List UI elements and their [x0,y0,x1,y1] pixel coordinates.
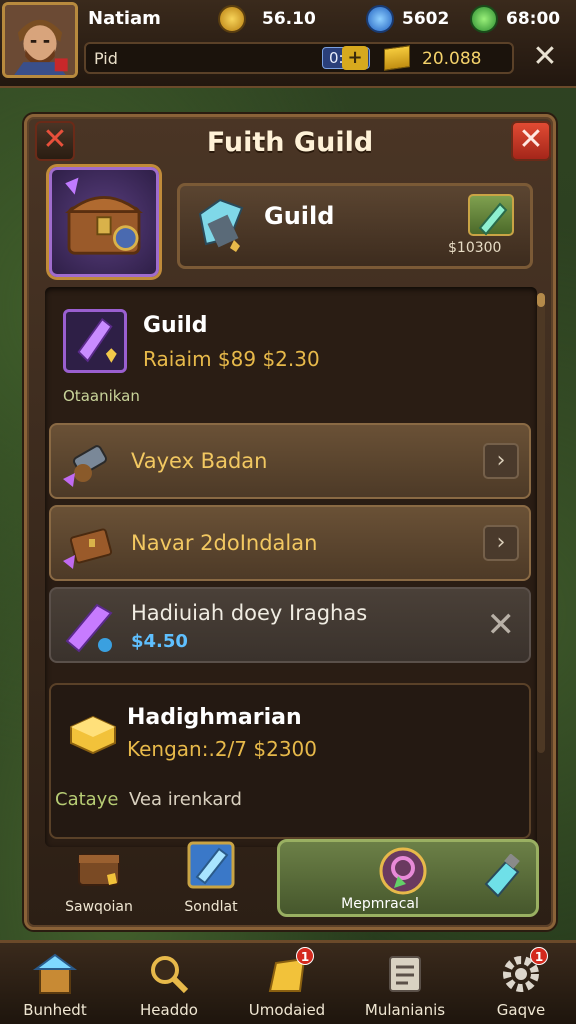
gold-coin-icon [218,5,246,33]
guild-panel: ✕ Fuith Guild ✕ Guild $10300 Guild Raiai… [24,114,556,930]
scrollbar[interactable] [537,293,545,753]
chevron-right-icon[interactable]: › [483,525,519,561]
gem-counter[interactable]: 5602 [366,4,449,34]
detail-price: Kengan:.2/7 $2300 [127,737,317,761]
nav-item-home[interactable]: Bunhedt [0,949,110,1024]
row-label: Vayex Badan [131,449,268,473]
top-guild-item[interactable]: Guild Raiaim $89 $2.30 Otaanikan [55,297,525,407]
detail-tag: Cataye [55,789,119,810]
magnifier-icon [151,956,189,994]
gem-value: 5602 [402,9,450,29]
nav-label: Bunhedt [23,1001,87,1019]
notification-badge: 1 [530,947,548,965]
detail-title: Hadighmarian [127,705,302,730]
list-item[interactable]: Navar 2doIndalan › [49,505,531,581]
row-label: Navar 2doIndalan [131,531,318,555]
purple-crystal-icon [63,309,127,373]
purple-shard-icon [65,603,113,653]
action-label: Sondlat [184,899,238,915]
nav-item-settings[interactable]: 1 Gaqve [466,947,576,1024]
guild-card-price: $10300 [448,240,502,256]
guild-item-list[interactable]: Guild Raiaim $89 $2.30 Otaanikan Vayex B… [45,287,537,847]
top-item-title: Guild [143,313,208,338]
crystal-cannon-icon [198,198,244,252]
nav-label: Umodaied [248,1001,326,1019]
close-hud-button[interactable]: ✕ [528,40,562,74]
row-label: Hadiuiah doey Iraghas [131,601,368,625]
nav-label: Gaqve [496,1001,546,1019]
potion-icon [379,847,427,895]
gold-bar-icon [70,715,116,755]
nav-label: Headdo [140,1001,198,1019]
featured-chest-slot[interactable] [49,167,159,277]
player-name: Natiam [88,8,161,29]
detail-description: Vea irenkard [129,789,242,810]
crystal-icon [187,841,235,889]
treasure-chest-icon [65,177,143,255]
flask-icon [484,854,520,898]
blue-gem-icon [366,5,394,33]
gold-bar-icon [384,45,410,71]
panel-close-button[interactable]: ✕ [511,121,551,161]
nav-item-search[interactable]: Headdo [114,949,224,1024]
chest-icon [63,528,113,569]
nav-item-missions[interactable]: Mulanianis [350,949,460,1024]
gold-coin-counter[interactable]: 56.10 [218,4,316,34]
energy-value: 68:00 [506,9,561,29]
cannon-icon [63,445,108,487]
resource-bar-label: Pid [94,49,118,68]
gold-bar-value: 20.088 [422,49,482,69]
action-row: Sawqoian Sondlat Mepmracal [41,835,547,921]
scroll-icon [389,956,421,992]
chest-icon [78,854,120,886]
chevron-right-icon[interactable]: › [483,443,519,479]
item-detail-card[interactable]: Hadighmarian Kengan:.2/7 $2300 Cataye Ve… [49,683,531,839]
row-price: $4.50 [131,631,188,652]
player-avatar[interactable] [2,2,78,78]
top-item-price: Raiaim $89 $2.30 [143,347,320,371]
green-gem-icon [470,5,498,33]
list-item[interactable]: Hadiuiah doey Iraghas $4.50 ✕ [49,587,531,663]
crystal-action-button[interactable]: Sondlat [161,839,261,921]
hero-portrait-icon [5,5,75,75]
chest-action-button[interactable]: Sawqoian [49,839,149,921]
energy-counter[interactable]: 68:00 [470,4,560,34]
nav-label: Mulanianis [364,1001,446,1019]
potion-action-button[interactable]: Mepmracal [277,839,539,917]
bottom-nav: Bunhedt Headdo 1 Umodaied Mulanianis 1 G… [0,940,576,1024]
gold-coin-value: 56.10 [262,9,316,29]
list-item[interactable]: Vayex Badan › [49,423,531,499]
guild-card[interactable]: Guild $10300 [177,183,533,269]
nav-item-loot[interactable]: 1 Umodaied [232,947,342,1024]
close-icon[interactable]: ✕ [487,605,516,645]
top-hud: Natiam 56.10 5602 68:00 Pid 0:27 + 20.08… [0,0,576,88]
scroll-thumb[interactable] [537,293,545,307]
green-crystal-icon[interactable] [468,194,514,236]
action-label: Mepmracal [341,896,419,912]
top-item-subtitle: Otaanikan [63,387,140,405]
panel-title: Fuith Guild [206,127,374,158]
action-label: Sawqoian [65,899,133,915]
guild-card-title: Guild [264,202,335,230]
resource-bar: Pid 0:27 + 20.088 [84,42,514,74]
notification-badge: 1 [296,947,314,965]
add-resource-button[interactable]: + [342,46,368,70]
house-icon [32,953,78,994]
